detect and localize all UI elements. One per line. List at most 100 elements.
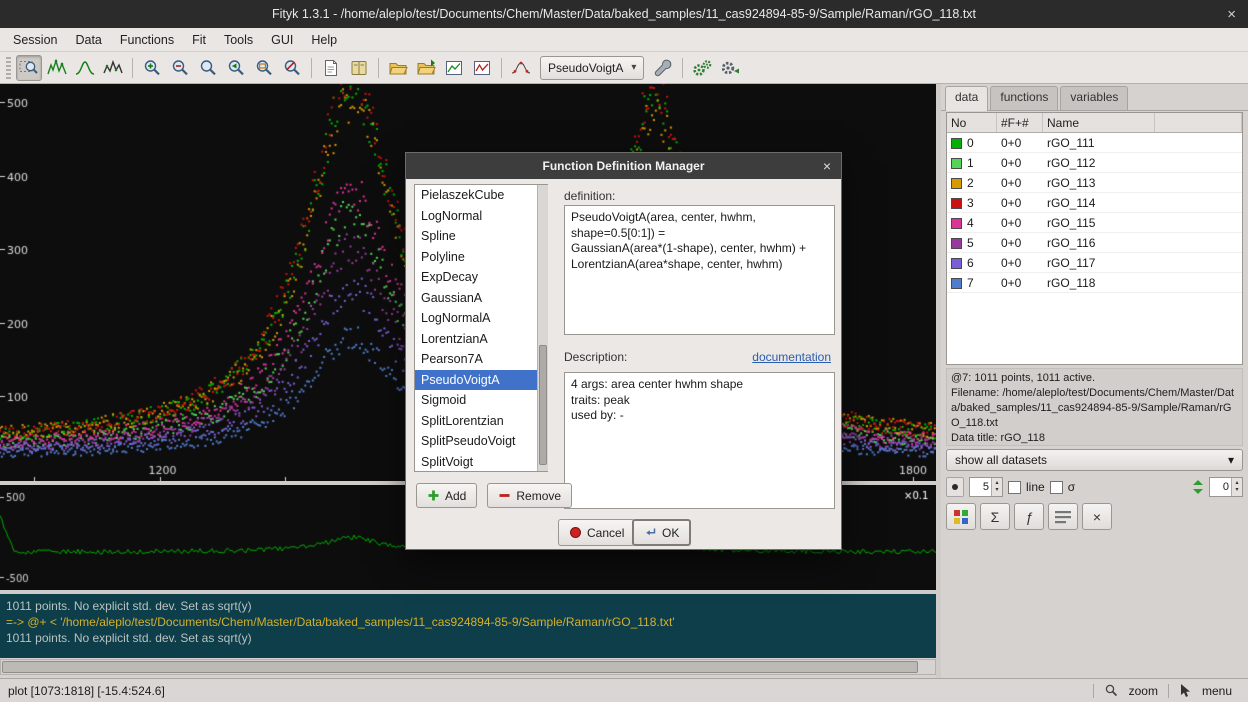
zoom-100-button[interactable]	[195, 55, 221, 81]
cancel-button[interactable]: Cancel	[558, 519, 635, 546]
fit-settings-button[interactable]	[717, 55, 743, 81]
zoom-out-button[interactable]	[167, 55, 193, 81]
menu-session[interactable]: Session	[4, 28, 66, 51]
draw-smooth-peak-button[interactable]	[72, 55, 98, 81]
point-size-icon[interactable]	[946, 477, 964, 497]
toolbar-drag-handle[interactable]	[6, 57, 11, 79]
point-size-spinner[interactable]: 5 ▴▾	[969, 477, 1003, 497]
documentation-link[interactable]: documentation	[752, 350, 831, 364]
spinner-arrows-icon[interactable]: ▴▾	[1231, 478, 1242, 496]
menu-fit[interactable]: Fit	[183, 28, 215, 51]
toolbar: PseudoVoigtA ▾	[0, 52, 1248, 84]
zoom-previous-button[interactable]	[223, 55, 249, 81]
dataset-filter-dropdown[interactable]: show all datasets ▾	[946, 449, 1243, 471]
new-session-button[interactable]	[318, 55, 344, 81]
scrollbar-thumb[interactable]	[539, 345, 547, 465]
dataset-row-rGO_114[interactable]: 30+0rGO_114	[947, 193, 1242, 213]
remove-function-type-button[interactable]: Remove	[487, 483, 572, 508]
dataset-row-rGO_113[interactable]: 20+0rGO_113	[947, 173, 1242, 193]
definition-textarea[interactable]: PseudoVoigtA(area, center, hwhm, shape=0…	[564, 205, 835, 335]
dataset-row-rGO_115[interactable]: 40+0rGO_115	[947, 213, 1242, 233]
menu-data[interactable]: Data	[66, 28, 110, 51]
dialog-close-icon[interactable]: ×	[823, 153, 831, 179]
function-type-LorentzianA[interactable]: LorentzianA	[415, 329, 547, 350]
console-output[interactable]: 1011 points. No explicit std. dev. Set a…	[0, 594, 936, 658]
zoom-all-button[interactable]	[251, 55, 277, 81]
status-menu-label[interactable]: menu	[1202, 684, 1232, 698]
show-formula-button[interactable]	[1048, 503, 1078, 530]
zoom-vertical-button[interactable]	[279, 55, 305, 81]
zoom-in-button[interactable]	[139, 55, 165, 81]
function-type-ExpDecay[interactable]: ExpDecay	[415, 267, 547, 288]
session-log-button[interactable]	[346, 55, 372, 81]
status-zoom-label[interactable]: zoom	[1129, 684, 1158, 698]
function-type-PseudoVoigtA[interactable]: PseudoVoigtA	[415, 370, 547, 391]
menu-tools[interactable]: Tools	[215, 28, 262, 51]
function-type-LogNormalA[interactable]: LogNormalA	[415, 308, 547, 329]
function-type-PielaszekCube[interactable]: PielaszekCube	[415, 185, 547, 206]
zoom-select-button[interactable]	[16, 55, 42, 81]
pointer-icon[interactable]	[1179, 683, 1192, 698]
save-image-button[interactable]	[469, 55, 495, 81]
function-type-Polyline[interactable]: Polyline	[415, 247, 547, 268]
description-label: Description:	[564, 350, 627, 364]
guess-peak-button[interactable]	[508, 55, 534, 81]
function-type-SplitPseudoVoigt[interactable]: SplitPseudoVoigt	[415, 431, 547, 452]
function-type-combo[interactable]: PseudoVoigtA ▾	[540, 56, 644, 80]
cell-no: 5	[947, 233, 997, 253]
horizontal-scrollbar[interactable]	[0, 659, 936, 675]
delete-dataset-button[interactable]: ×	[1082, 503, 1112, 530]
cell-name: rGO_118	[1043, 273, 1155, 293]
tab-data[interactable]: data	[945, 86, 988, 111]
dialog-titlebar[interactable]: Function Definition Manager ×	[406, 153, 841, 179]
line-checkbox-label: line	[1026, 480, 1045, 494]
export-graph-button[interactable]	[441, 55, 467, 81]
menu-help[interactable]: Help	[302, 28, 346, 51]
baseline-mode-button[interactable]	[100, 55, 126, 81]
tab-functions[interactable]: functions	[990, 86, 1058, 110]
sigma-checkbox[interactable]	[1050, 481, 1063, 494]
shift-arrows-icon[interactable]	[1192, 479, 1204, 495]
function-type-SplitVoigt[interactable]: SplitVoigt	[415, 452, 547, 473]
append-folder-icon	[416, 58, 436, 78]
column-header-#f+#: #F+#	[997, 113, 1043, 132]
function-type-list[interactable]: PielaszekCubeLogNormalSplinePolylineExpD…	[414, 184, 548, 472]
menu-functions[interactable]: Functions	[111, 28, 183, 51]
dataset-row-rGO_112[interactable]: 10+0rGO_112	[947, 153, 1242, 173]
tab-variables[interactable]: variables	[1060, 86, 1128, 110]
draw-peaks-button[interactable]	[44, 55, 70, 81]
ok-button[interactable]: OK	[632, 519, 691, 546]
window-close-icon[interactable]: ×	[1227, 0, 1236, 28]
app-window: Fityk 1.3.1 - /home/aleplo/test/Document…	[0, 0, 1248, 702]
dataset-color-swatch	[951, 238, 962, 249]
shift-spinner[interactable]: 0 ▴▾	[1209, 477, 1243, 497]
dataset-colors-button[interactable]	[946, 503, 976, 530]
add-function-type-button[interactable]: Add	[416, 483, 477, 508]
dataset-row-rGO_116[interactable]: 50+0rGO_116	[947, 233, 1242, 253]
show-sum-button[interactable]: Σ	[980, 503, 1010, 530]
function-type-Sigmoid[interactable]: Sigmoid	[415, 390, 547, 411]
append-data-button[interactable]	[413, 55, 439, 81]
function-type-GaussianA[interactable]: GaussianA	[415, 288, 547, 309]
scrollbar-thumb[interactable]	[2, 661, 918, 673]
function-type-Spline[interactable]: Spline	[415, 226, 547, 247]
titlebar[interactable]: Fityk 1.3.1 - /home/aleplo/test/Document…	[0, 0, 1248, 28]
column-header-name: Name	[1043, 113, 1155, 132]
define-functions-button[interactable]	[650, 55, 676, 81]
dataset-row-rGO_118[interactable]: 70+0rGO_118	[947, 273, 1242, 293]
function-type-LogNormal[interactable]: LogNormal	[415, 206, 547, 227]
function-type-SplitLorentzian[interactable]: SplitLorentzian	[415, 411, 547, 432]
run-fit-button[interactable]	[689, 55, 715, 81]
dataset-row-rGO_111[interactable]: 00+0rGO_111	[947, 133, 1242, 153]
zoom-scale-icon[interactable]	[1104, 683, 1119, 698]
line-checkbox[interactable]	[1008, 481, 1021, 494]
menu-gui[interactable]: GUI	[262, 28, 302, 51]
function-list-scrollbar[interactable]	[537, 185, 548, 471]
cell-no: 3	[947, 193, 997, 213]
show-functions-button[interactable]: ƒ	[1014, 503, 1044, 530]
open-data-button[interactable]	[385, 55, 411, 81]
spinner-arrows-icon[interactable]: ▴▾	[991, 478, 1002, 496]
dataset-row-rGO_117[interactable]: 60+0rGO_117	[947, 253, 1242, 273]
function-type-Pearson7A[interactable]: Pearson7A	[415, 349, 547, 370]
zoom-previous-icon	[226, 58, 246, 78]
